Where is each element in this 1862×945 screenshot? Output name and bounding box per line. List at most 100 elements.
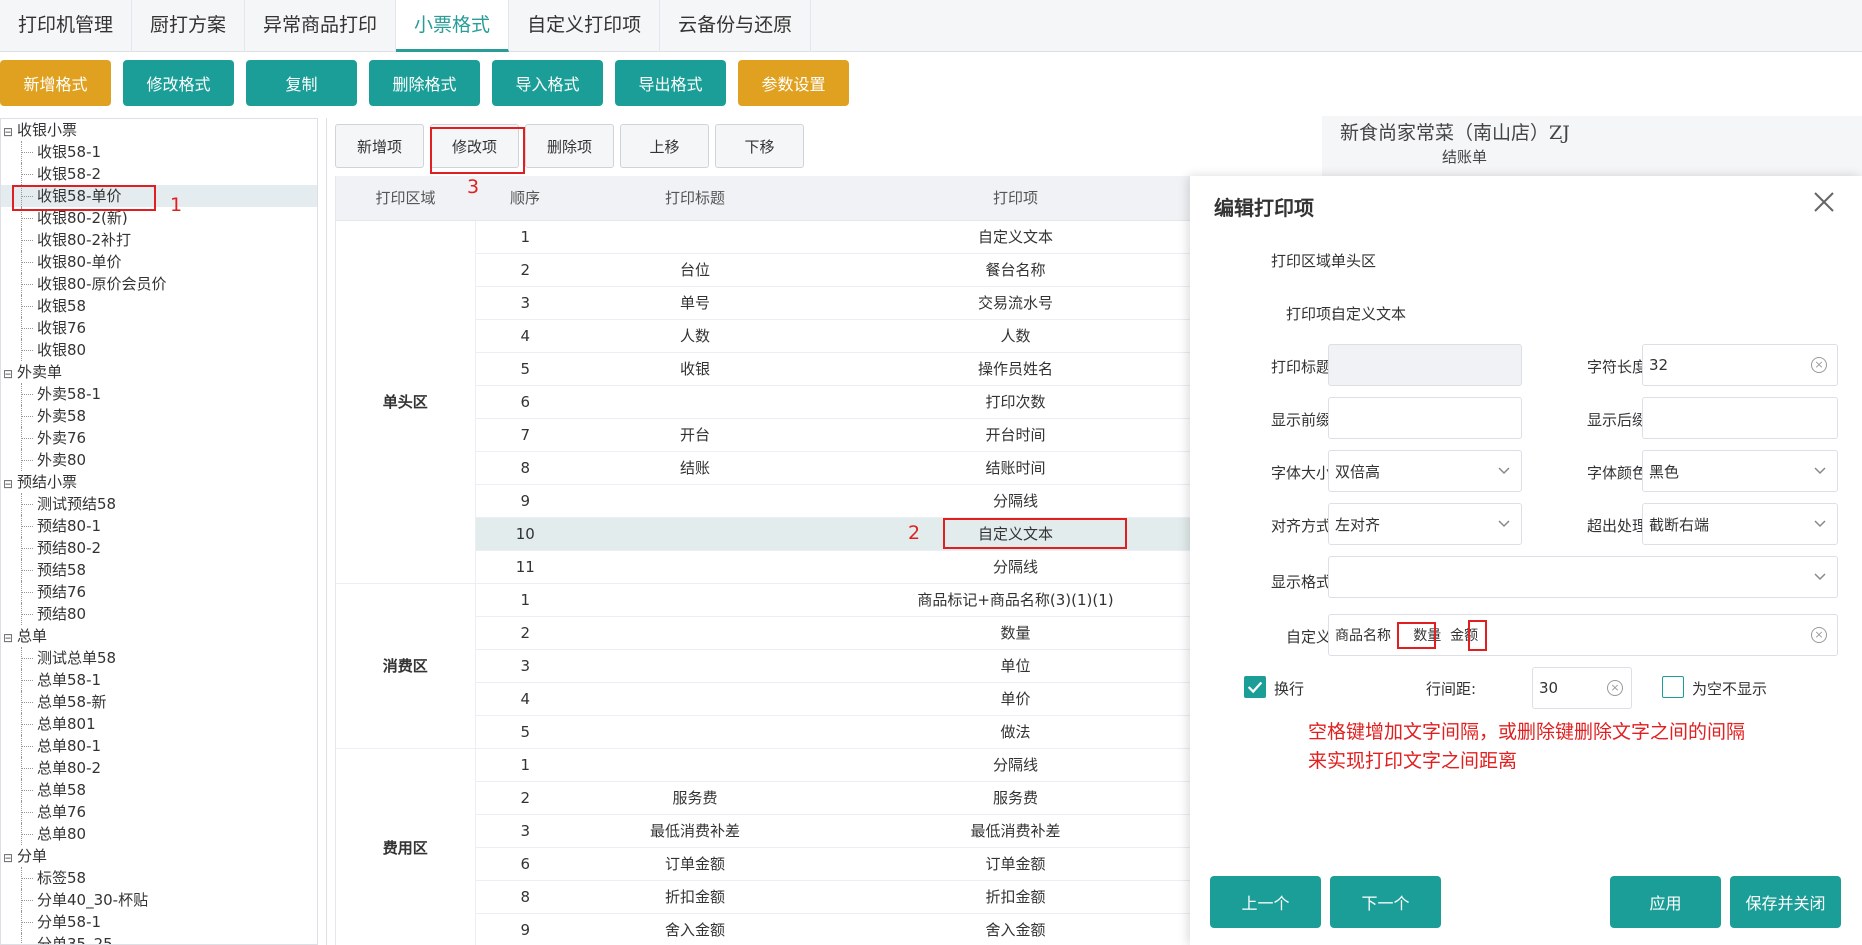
params-settings-button[interactable]: 参数设置 — [738, 60, 849, 106]
chevron-down-icon — [1498, 520, 1510, 528]
tree-item[interactable]: 收银58-1 — [1, 141, 317, 163]
tree-item[interactable]: 测试预结58 — [1, 493, 317, 515]
clear-icon[interactable]: × — [1811, 627, 1827, 643]
tree-item[interactable]: 测试总单58 — [1, 647, 317, 669]
tree-item[interactable]: 收银80-单价 — [1, 251, 317, 273]
chevron-down-icon — [1814, 520, 1826, 528]
tree-item[interactable]: 总单80 — [1, 823, 317, 845]
tree-item[interactable]: 总单80-2 — [1, 757, 317, 779]
tree-item[interactable]: 收银80-原价会员价 — [1, 273, 317, 295]
order-cell: 3 — [475, 649, 575, 683]
title-cell — [575, 649, 815, 683]
tab-kitchen-plan[interactable]: 厨打方案 — [132, 0, 246, 52]
tree-item[interactable]: 分单40_30-杯贴 — [1, 889, 317, 911]
tree-item[interactable]: 总单58-新 — [1, 691, 317, 713]
add-format-button[interactable]: 新增格式 — [0, 60, 111, 106]
tree-item[interactable]: 外卖58 — [1, 405, 317, 427]
collapse-icon[interactable]: ⊟ — [3, 473, 13, 495]
tree-item[interactable]: 总单801 — [1, 713, 317, 735]
wrap-label: 换行 — [1274, 680, 1305, 698]
chevron-down-icon — [1814, 467, 1826, 475]
tree-item[interactable]: 总单58 — [1, 779, 317, 801]
tree-item[interactable]: 收银80 — [1, 339, 317, 361]
add-item-button[interactable]: 新增项 — [335, 124, 424, 168]
suffix-input[interactable] — [1642, 397, 1838, 439]
prefix-input[interactable] — [1328, 397, 1522, 439]
clear-icon[interactable]: × — [1607, 680, 1623, 696]
prev-button[interactable]: 上一个 — [1210, 876, 1321, 928]
overflow-select[interactable]: 截断右端 — [1642, 503, 1838, 545]
char-length-input[interactable]: 32 × — [1642, 344, 1838, 386]
tree-item[interactable]: 外卖76 — [1, 427, 317, 449]
delete-item-button[interactable]: 删除项 — [525, 124, 614, 168]
tree-group[interactable]: ⊟ 总单 — [1, 625, 317, 647]
tree-item[interactable]: 总单76 — [1, 801, 317, 823]
display-format-select[interactable] — [1328, 556, 1838, 598]
display-format-label: 显示格式: — [1270, 573, 1336, 591]
wrap-checkbox[interactable] — [1244, 676, 1266, 698]
tab-custom-print-items[interactable]: 自定义打印项 — [509, 0, 661, 52]
tree-item[interactable]: 预结80-2 — [1, 537, 317, 559]
collapse-icon[interactable]: ⊟ — [3, 363, 13, 385]
tree-group-label: 外卖单 — [17, 363, 63, 381]
tree-group[interactable]: ⊟ 分单 — [1, 845, 317, 867]
tree-item[interactable]: 收银76 — [1, 317, 317, 339]
table-row[interactable]: 消费区 1 商品标记+商品名称(3)(1)(1) — [336, 583, 1215, 749]
font-color-select[interactable]: 黑色 — [1642, 450, 1838, 492]
title-cell: 结账 — [575, 451, 815, 485]
item-cell: 开台时间 — [815, 418, 1215, 452]
tree-item[interactable]: 预结58 — [1, 559, 317, 581]
tree-item[interactable]: 预结76 — [1, 581, 317, 603]
tree-item[interactable]: 总单80-1 — [1, 735, 317, 757]
tree-item[interactable]: 分单58-1 — [1, 911, 317, 933]
tree-item[interactable]: 分单35_25 — [1, 933, 317, 944]
font-size-label: 字体大小: — [1270, 464, 1336, 482]
order-cell: 2 — [475, 253, 575, 287]
copy-format-button[interactable]: 复制 — [246, 60, 357, 106]
tree-item[interactable]: 预结80 — [1, 603, 317, 625]
table-row[interactable]: 费用区 1 分隔线 — [336, 748, 1215, 945]
move-down-button[interactable]: 下移 — [715, 124, 804, 168]
move-up-button[interactable]: 上移 — [620, 124, 709, 168]
close-icon[interactable] — [1810, 188, 1838, 216]
tab-abnormal-print[interactable]: 异常商品打印 — [245, 0, 397, 52]
print-title-input[interactable] — [1328, 344, 1522, 386]
tree-item[interactable]: 总单58-1 — [1, 669, 317, 691]
export-format-button[interactable]: 导出格式 — [615, 60, 726, 106]
edit-format-button[interactable]: 修改格式 — [123, 60, 234, 106]
tree-item[interactable]: 收银80-2补打 — [1, 229, 317, 251]
line-spacing-input[interactable]: 30 × — [1532, 667, 1632, 709]
tree-group[interactable]: ⊟ 收银小票 — [1, 119, 317, 141]
tree-item[interactable]: 外卖80 — [1, 449, 317, 471]
order-cell: 11 — [475, 550, 575, 584]
import-format-button[interactable]: 导入格式 — [492, 60, 603, 106]
tree-scrollbar[interactable] — [317, 139, 318, 479]
table-row[interactable]: 单头区 1 自定义文本 — [336, 220, 1215, 584]
tree-item[interactable]: 预结80-1 — [1, 515, 317, 537]
next-button[interactable]: 下一个 — [1330, 876, 1441, 928]
hide-empty-checkbox[interactable] — [1662, 676, 1684, 698]
tree-group[interactable]: ⊟ 预结小票 — [1, 471, 317, 493]
align-select[interactable]: 左对齐 — [1328, 503, 1522, 545]
app-root: 打印机管理 厨打方案 异常商品打印 小票格式 自定义打印项 云备份与还原 新增格… — [0, 0, 1862, 945]
delete-format-button[interactable]: 删除格式 — [369, 60, 480, 106]
item-cell: 做法 — [815, 715, 1215, 749]
tree-item[interactable]: 收银58 — [1, 295, 317, 317]
collapse-icon[interactable]: ⊟ — [3, 847, 13, 869]
collapse-icon[interactable]: ⊟ — [3, 121, 13, 143]
clear-icon[interactable]: × — [1811, 357, 1827, 373]
tree-item[interactable]: 标签58 — [1, 867, 317, 889]
collapse-icon[interactable]: ⊟ — [3, 627, 13, 649]
title-cell — [575, 550, 815, 584]
tab-printer-management[interactable]: 打印机管理 — [0, 0, 133, 52]
tree-item[interactable]: 收银58-2 — [1, 163, 317, 185]
tree-item[interactable]: 外卖58-1 — [1, 383, 317, 405]
tab-receipt-format[interactable]: 小票格式 — [396, 0, 510, 52]
apply-button[interactable]: 应用 — [1610, 876, 1721, 928]
tab-cloud-backup[interactable]: 云备份与还原 — [660, 0, 812, 52]
save-close-button[interactable]: 保存并关闭 — [1730, 876, 1841, 928]
order-cell: 9 — [475, 484, 575, 518]
order-cell: 10 — [475, 517, 575, 551]
tree-group[interactable]: ⊟ 外卖单 — [1, 361, 317, 383]
font-size-select[interactable]: 双倍高 — [1328, 450, 1522, 492]
